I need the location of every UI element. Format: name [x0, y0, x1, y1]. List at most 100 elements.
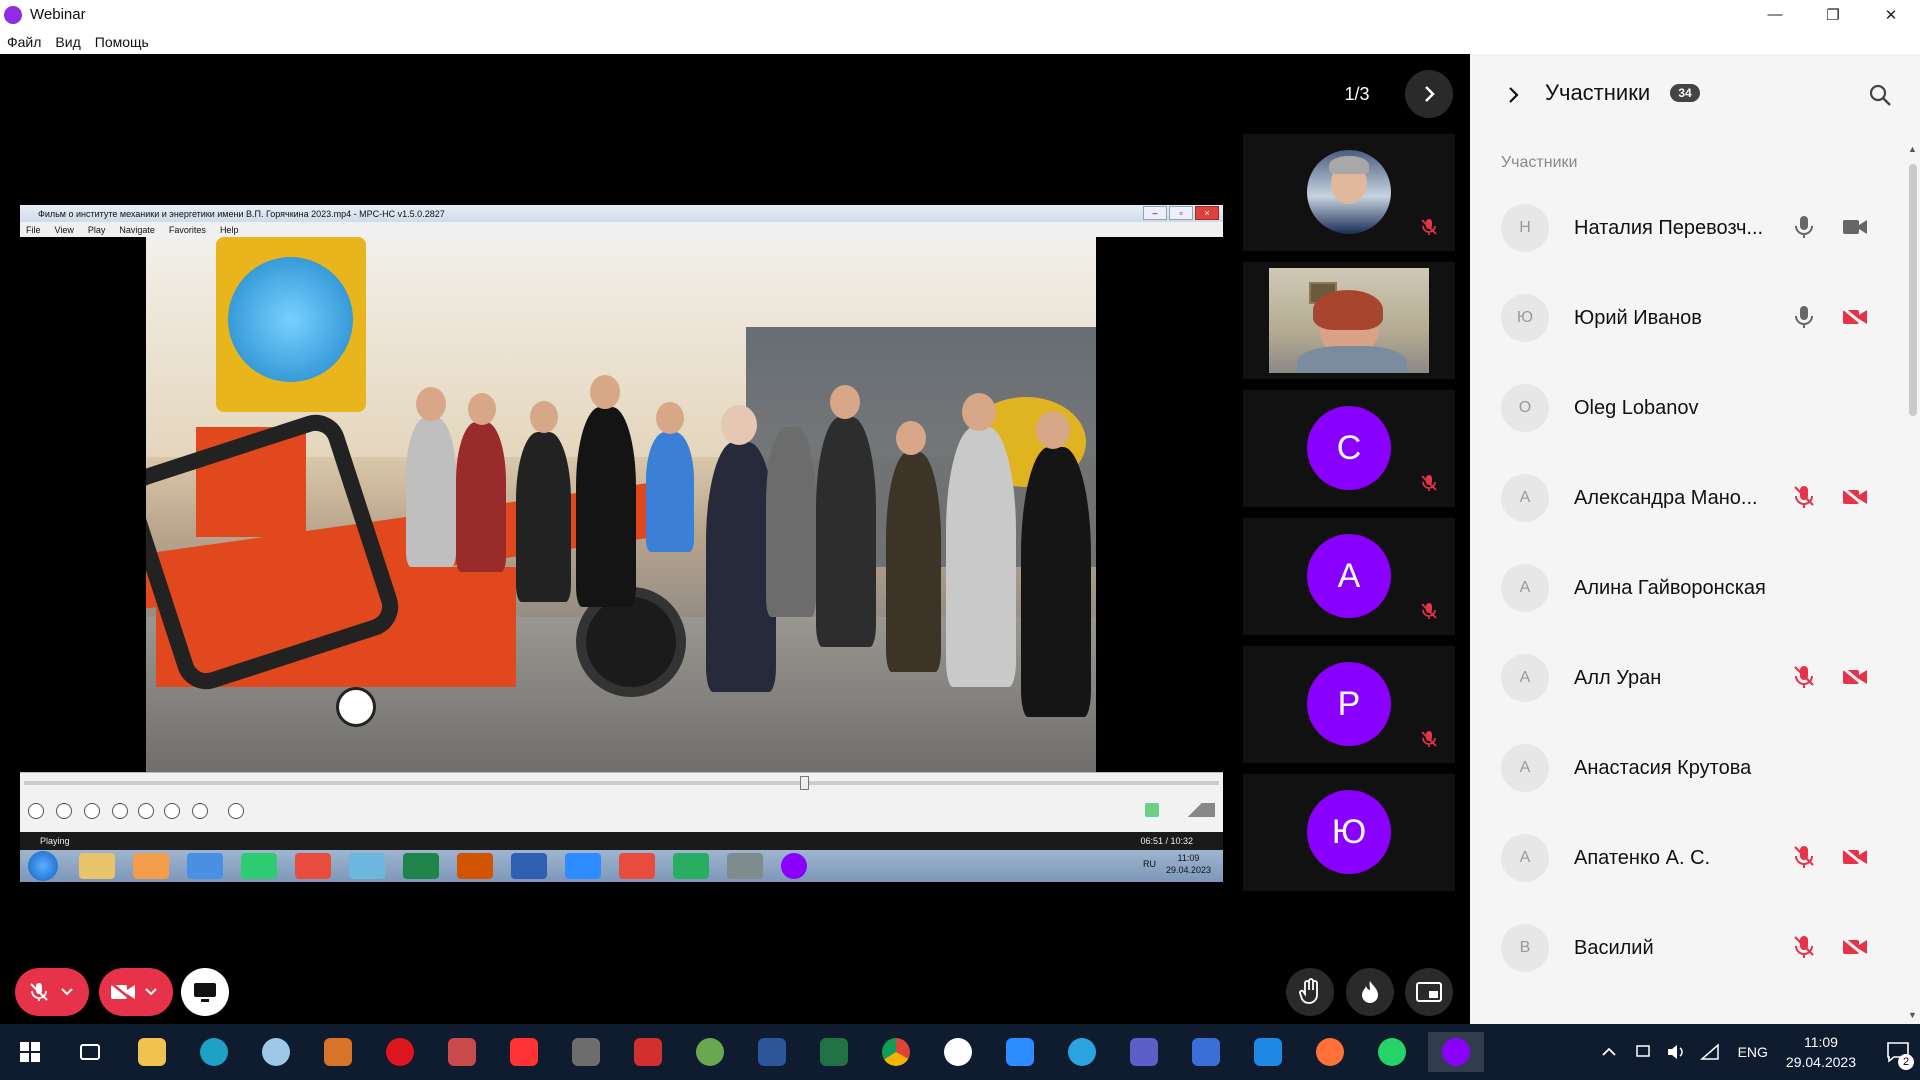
participant-tile-3[interactable]: С: [1243, 390, 1455, 507]
snipping-tool-icon[interactable]: [442, 1032, 482, 1072]
player-prev-icon: [112, 803, 128, 819]
zoom-icon[interactable]: [1000, 1032, 1040, 1072]
reactions-button[interactable]: [1346, 968, 1394, 1016]
player-controls: [20, 772, 1223, 832]
shared-explorer-icon: [79, 853, 115, 879]
player-volume-icon: [1145, 803, 1159, 817]
chevron-up-icon[interactable]: [1600, 1043, 1618, 1061]
close-button[interactable]: ✕: [1862, 0, 1920, 29]
network-icon[interactable]: [1699, 1043, 1720, 1061]
camera-off-icon: [1841, 666, 1869, 689]
yandex-icon[interactable]: [504, 1032, 544, 1072]
vk-icon[interactable]: [1248, 1032, 1288, 1072]
gallery-next-button[interactable]: [1405, 70, 1453, 118]
participant-name: Наталия Перевозч...: [1574, 217, 1764, 239]
gallery-page-counter: 1/3: [1344, 84, 1370, 104]
shared-folder-icon: [349, 853, 385, 879]
participant-tile-4[interactable]: А: [1243, 518, 1455, 635]
panel-scrollbar[interactable]: ▲ ▼: [1906, 144, 1920, 1024]
participant-row[interactable]: Ю Юрий Иванов: [1470, 274, 1900, 364]
participant-row[interactable]: А Апатенко А. С.: [1470, 814, 1900, 904]
chevron-down-icon[interactable]: [59, 984, 75, 1000]
app-store-icon[interactable]: [1186, 1032, 1226, 1072]
raise-hand-button[interactable]: [1286, 968, 1334, 1016]
volume-icon[interactable]: [1666, 1043, 1686, 1061]
section-label: Участники: [1501, 154, 1578, 171]
screen-share-button[interactable]: [181, 968, 229, 1016]
chrome-icon[interactable]: [876, 1032, 916, 1072]
participant-tile-2[interactable]: [1243, 262, 1455, 379]
participant-row[interactable]: В Василий: [1470, 904, 1900, 994]
menu-file[interactable]: Файл: [7, 34, 41, 50]
edge-icon[interactable]: [194, 1032, 234, 1072]
shared-tray-time: 11:09: [1177, 853, 1200, 863]
yandex-browser-icon[interactable]: [938, 1032, 978, 1072]
telegram-icon[interactable]: [1062, 1032, 1102, 1072]
firefox-icon[interactable]: [1310, 1032, 1350, 1072]
participant-avatar: С: [1307, 406, 1391, 490]
participant-tile-1[interactable]: [1243, 134, 1455, 251]
task-view-icon[interactable]: [70, 1032, 110, 1072]
participant-name: Василий: [1574, 937, 1654, 959]
opera-icon[interactable]: [380, 1032, 420, 1072]
mic-off-icon[interactable]: [27, 980, 51, 1004]
player-frame-step-icon: [228, 803, 244, 819]
maximize-button[interactable]: ❐: [1804, 0, 1862, 29]
player-close-icon: ×: [1195, 206, 1219, 220]
app-title: Webinar: [30, 6, 86, 23]
participant-row[interactable]: А Алл Уран: [1470, 634, 1900, 724]
participant-tile-6[interactable]: Ю: [1243, 774, 1455, 891]
menu-view[interactable]: Вид: [55, 34, 80, 50]
chevron-right-icon[interactable]: [1504, 86, 1522, 104]
whatsapp-icon[interactable]: [1372, 1032, 1412, 1072]
utorrent-icon[interactable]: [690, 1032, 730, 1072]
scroll-down-icon[interactable]: ▼: [1908, 1010, 1917, 1020]
notifications-button[interactable]: 2: [1876, 1024, 1920, 1080]
participant-avatar: Р: [1307, 662, 1391, 746]
chevron-down-icon[interactable]: [143, 984, 159, 1000]
photos-icon[interactable]: [318, 1032, 358, 1072]
shared-webinar-icon: [781, 853, 807, 879]
player-forward-icon: [164, 803, 180, 819]
keyboard-language[interactable]: ENG: [1738, 1044, 1768, 1060]
download-manager-icon[interactable]: [628, 1032, 668, 1072]
minimize-button[interactable]: —: [1746, 0, 1804, 29]
player-status: Playing: [40, 836, 70, 846]
hand-icon: [1299, 978, 1318, 1004]
shared-word-icon: [511, 853, 547, 879]
excel-icon[interactable]: [814, 1032, 854, 1072]
menu-help[interactable]: Помощь: [95, 34, 149, 50]
participant-name: Алина Гайворонская: [1574, 577, 1766, 599]
teams-icon[interactable]: [1124, 1032, 1164, 1072]
player-video-area: [20, 237, 1223, 772]
participant-row[interactable]: А Анастасия Крутова: [1470, 724, 1900, 814]
taskbar-clock[interactable]: 11:09 29.04.2023: [1786, 1032, 1856, 1072]
windows-start-icon[interactable]: [10, 1032, 50, 1072]
mic-off-icon: [1421, 603, 1437, 619]
participant-avatar: А: [1501, 834, 1549, 882]
participant-row[interactable]: Н Наталия Перевозч...: [1470, 184, 1900, 274]
camera-off-icon[interactable]: [109, 981, 137, 1003]
participant-row[interactable]: А Александра Мано...: [1470, 454, 1900, 544]
paint-icon[interactable]: [256, 1032, 296, 1072]
system-tray: ENG 11:09 29.04.2023 2: [1600, 1024, 1920, 1080]
scroll-up-icon[interactable]: ▲: [1908, 144, 1917, 154]
file-explorer-icon[interactable]: [132, 1032, 172, 1072]
shared-start-icon: [28, 851, 58, 881]
participant-row[interactable]: А Алина Гайворонская: [1470, 544, 1900, 634]
word-icon[interactable]: [752, 1032, 792, 1072]
participant-row[interactable]: O Oleg Lobanov: [1470, 364, 1900, 454]
picture-in-picture-icon: [1416, 982, 1442, 1002]
webinar-taskbar-icon[interactable]: [1428, 1032, 1484, 1072]
participant-count-badge: 34: [1670, 84, 1700, 102]
search-icon[interactable]: [1867, 82, 1893, 108]
participant-tile-5[interactable]: Р: [1243, 646, 1455, 763]
shared-taskbar: RU 11:09 29.04.2023: [20, 850, 1223, 882]
taskbar-date: 29.04.2023: [1785, 1054, 1856, 1070]
layout-button[interactable]: [1405, 968, 1453, 1016]
panel-scroll-thumb[interactable]: [1909, 164, 1917, 416]
camera-on-icon: [1841, 216, 1869, 238]
calculator-icon[interactable]: [566, 1032, 606, 1072]
player-title: Фильм о институте механики и энергетики …: [38, 208, 445, 219]
device-icon[interactable]: [1634, 1043, 1652, 1061]
